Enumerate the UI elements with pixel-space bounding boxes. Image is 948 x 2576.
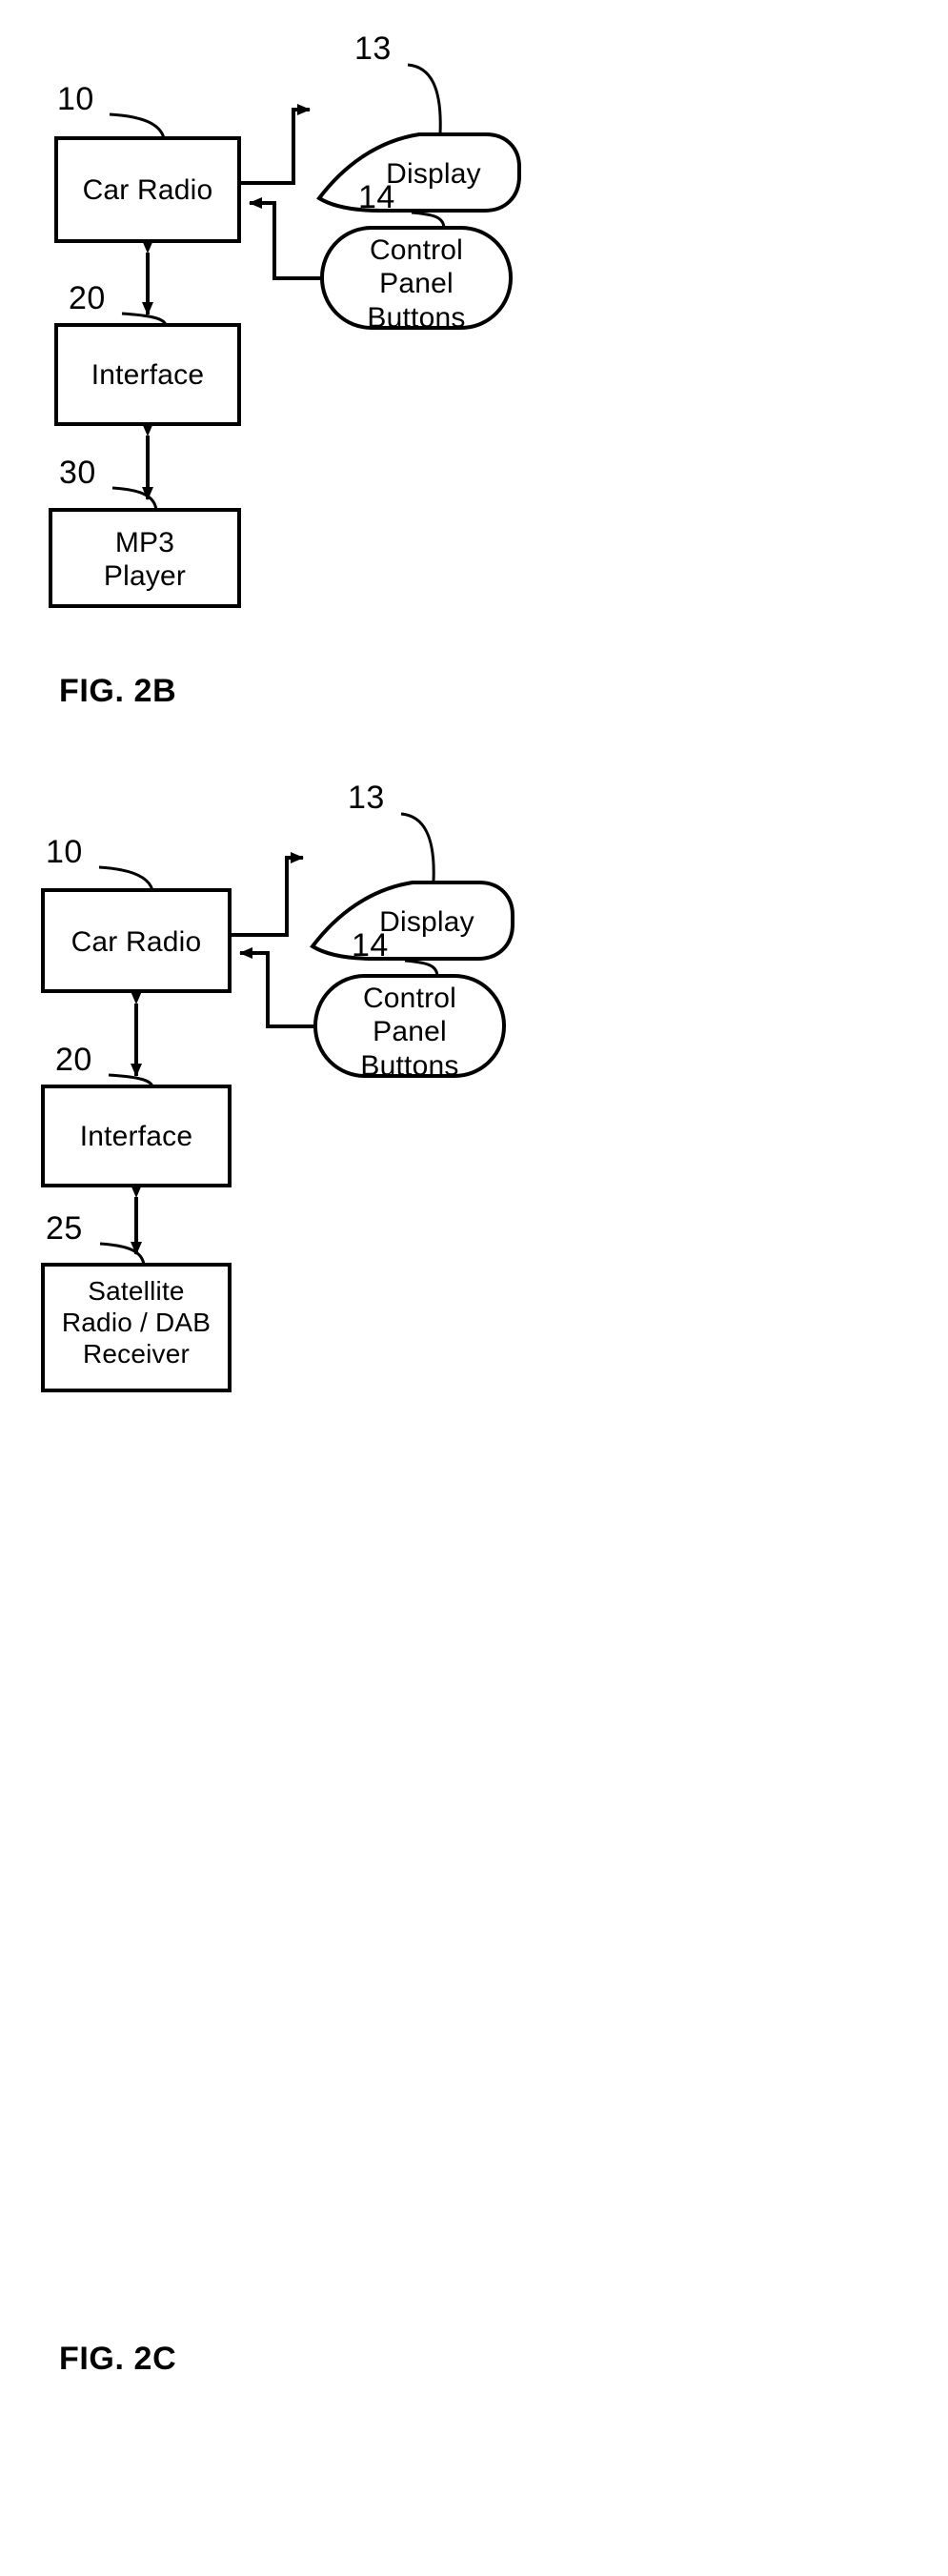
block-label-control-panel-buttons: Control Panel Buttons bbox=[360, 983, 459, 1082]
block-label-car-radio: Car Radio bbox=[82, 174, 213, 206]
ref-numeral-13: 13 bbox=[348, 780, 385, 816]
leader-ref-13 bbox=[400, 812, 435, 882]
leader-ref-13 bbox=[407, 63, 442, 134]
block-label-interface: Interface bbox=[79, 1121, 193, 1152]
block-label-interface: Interface bbox=[91, 359, 205, 391]
patent-drawing-sheet: 10 13 14 20 30 Car Radio Display Control… bbox=[0, 0, 948, 2576]
ref-numeral-20: 20 bbox=[69, 280, 106, 316]
block-label-display: Display bbox=[386, 158, 481, 190]
ref-numeral-25: 25 bbox=[46, 1210, 83, 1247]
connector-control-panel-to-car-radio bbox=[249, 197, 322, 280]
figure-caption-2c: FIG. 2C bbox=[59, 2341, 177, 2377]
block-label-car-radio: Car Radio bbox=[71, 926, 202, 958]
ref-numeral-20: 20 bbox=[55, 1042, 92, 1078]
ref-numeral-10: 10 bbox=[57, 81, 94, 117]
block-label-satellite-receiver: Satellite Radio / DAB Receiver bbox=[61, 1276, 212, 1369]
figure-2c: 10 13 14 20 25 Car Radio Display Control… bbox=[0, 762, 948, 2576]
block-label-control-panel-buttons: Control Panel Buttons bbox=[367, 234, 466, 334]
figure-caption-2b: FIG. 2B bbox=[59, 673, 177, 709]
block-label-mp3-player: MP3 Player bbox=[103, 527, 187, 593]
block-label-display: Display bbox=[379, 906, 474, 938]
ref-numeral-10: 10 bbox=[46, 834, 83, 870]
ref-numeral-13: 13 bbox=[354, 30, 392, 67]
connector-car-radio-to-display bbox=[230, 852, 304, 937]
connector-car-radio-to-display bbox=[239, 104, 311, 185]
ref-numeral-30: 30 bbox=[59, 455, 96, 491]
connector-control-panel-to-car-radio bbox=[239, 947, 315, 1028]
